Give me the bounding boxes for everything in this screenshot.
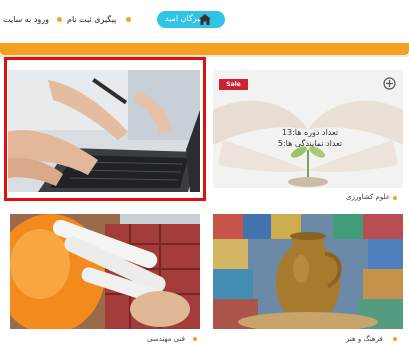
- card-caption-engineering[interactable]: فنی مهندسی: [147, 335, 185, 343]
- culture-photo: [213, 214, 403, 329]
- card-caption-agriculture[interactable]: علوم کشاورزی: [346, 193, 390, 201]
- caption-dot: [393, 196, 397, 200]
- nav-track-link[interactable]: پیگیری ثبت نام: [67, 15, 116, 24]
- top-nav: ورود به سایت پیگیری ثبت نام خبرگان امید: [0, 0, 409, 44]
- sale-badge: Sale: [219, 79, 248, 90]
- engineering-photo: [10, 214, 200, 329]
- course-count: تعداد دوره ها:13: [281, 128, 339, 137]
- agency-count: تعداد نمایندگی ها:5: [277, 139, 343, 148]
- card-info: تعداد دوره ها:13 تعداد نمایندگی ها:5: [254, 127, 366, 149]
- zoom-icon[interactable]: [383, 77, 396, 90]
- card-caption-culture[interactable]: فرهنگ و هنر: [346, 335, 383, 343]
- nav-dot: [126, 17, 131, 22]
- caption-dot: [193, 337, 197, 341]
- card-engineering[interactable]: [10, 214, 200, 329]
- nav-accent-bar: [0, 43, 409, 55]
- nav-news-button[interactable]: خبرگان امید: [157, 11, 225, 28]
- nav-dot: [57, 17, 62, 22]
- highlight-box: [4, 57, 206, 201]
- home-icon[interactable]: [199, 14, 211, 25]
- nav-login-link[interactable]: ورود به سایت: [3, 15, 49, 24]
- caption-dot: [393, 337, 397, 341]
- card-culture[interactable]: [213, 214, 403, 329]
